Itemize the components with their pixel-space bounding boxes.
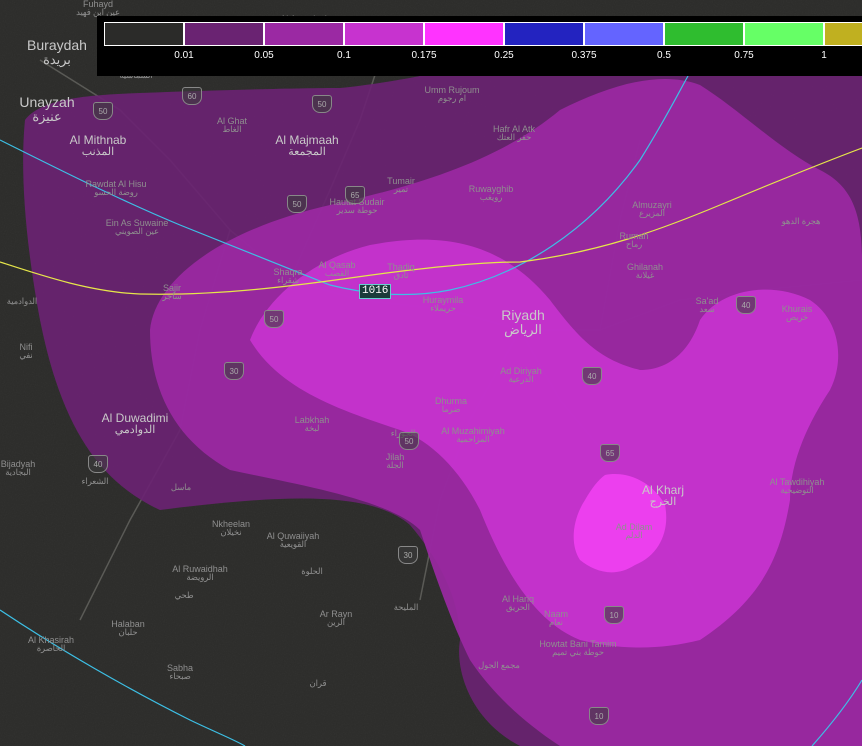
road-shield-icon: 40 (736, 296, 756, 314)
road-shield-icon: 10 (589, 707, 609, 725)
legend-swatch (504, 22, 584, 46)
legend-tick-label: 0.01 (174, 50, 194, 61)
legend-swatch (824, 22, 862, 46)
legend-swatch (664, 22, 744, 46)
legend-tick-label: 1 (821, 50, 827, 61)
road-shield-icon: 60 (182, 87, 202, 105)
legend-swatch (264, 22, 344, 46)
road-shield-icon: 50 (287, 195, 307, 213)
map-viewport[interactable]: Buraydah بريدة Unayzah عنيزة Al Mithnab المذن… (0, 0, 862, 746)
legend-tick-label: 0.75 (734, 50, 754, 61)
road-shield-icon: 50 (264, 310, 284, 328)
legend-swatch (104, 22, 184, 46)
basemap (0, 0, 862, 746)
road-shield-icon: 40 (582, 367, 602, 385)
road-shield-icon: 65 (345, 186, 365, 204)
legend-swatch (344, 22, 424, 46)
legend-tick-label: 0.05 (254, 50, 274, 61)
road-shield-icon: 50 (399, 432, 419, 450)
legend-tick-label: 0.175 (411, 50, 437, 61)
road-shield-icon: 50 (93, 102, 113, 120)
legend-tick-label: 0.25 (494, 50, 514, 61)
legend-swatch (584, 22, 664, 46)
road-shield-icon: 30 (398, 546, 418, 564)
legend-tick-label: 0.1 (337, 50, 351, 61)
road-shield-icon: 10 (604, 606, 624, 624)
road-shield-icon: 65 (600, 444, 620, 462)
road-shield-icon: 50 (312, 95, 332, 113)
isobar-pressure-label[interactable]: 1016 (359, 284, 392, 299)
legend-tick-label: 0.5 (657, 50, 671, 61)
legend-tick-label: 0.375 (571, 50, 597, 61)
road-shield-icon: 30 (224, 362, 244, 380)
legend-swatch (184, 22, 264, 46)
color-legend: 0.01 0.05 0.1 0.175 0.25 0.375 0.5 0.75 1 (0, 0, 862, 76)
road-shield-icon: 40 (88, 455, 108, 473)
legend-swatch (744, 22, 824, 46)
legend-swatch (424, 22, 504, 46)
